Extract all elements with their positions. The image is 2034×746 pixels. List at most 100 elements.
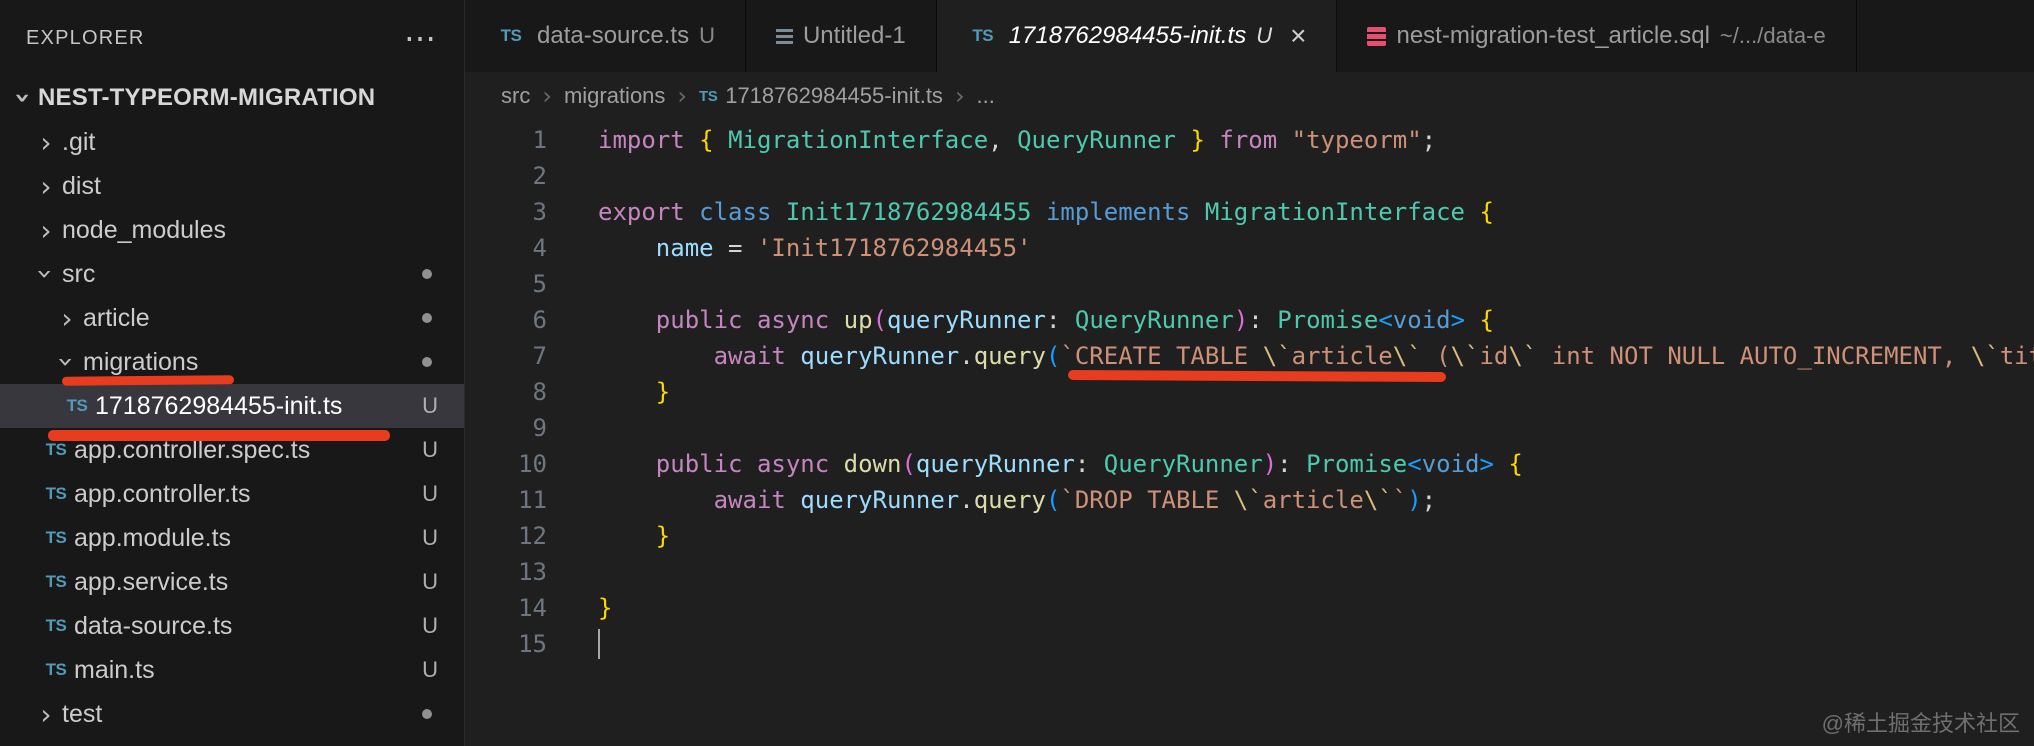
tree-file-app.service.ts[interactable]: TSapp.service.tsU: [0, 560, 464, 604]
code-text: export class Init1718762984455 implement…: [598, 198, 1494, 226]
token: Promise: [1306, 450, 1407, 478]
token: `: [1393, 486, 1407, 514]
line-number: 15: [465, 630, 547, 658]
token: await: [714, 486, 786, 514]
tree-folder-src[interactable]: ›src: [0, 252, 464, 296]
chevron-separator-icon: ›: [677, 82, 687, 110]
breadcrumb-item-migrations[interactable]: migrations: [564, 83, 665, 109]
code-line[interactable]: 14}: [465, 590, 2034, 626]
code-line[interactable]: 13: [465, 554, 2034, 590]
token: .: [959, 342, 973, 370]
tree-item-label: app.module.ts: [74, 524, 231, 553]
editor-tab-bar: TSdata-source.tsUUntitled-1TS17187629844…: [465, 0, 2034, 72]
code-line[interactable]: 7 await queryRunner.query(`CREATE TABLE …: [465, 338, 2034, 374]
code-line[interactable]: 10 public async down(queryRunner: QueryR…: [465, 446, 2034, 482]
code-line[interactable]: 12 }: [465, 518, 2034, 554]
code-line[interactable]: 2: [465, 158, 2034, 194]
token: public: [656, 306, 743, 334]
code-line[interactable]: 9: [465, 410, 2034, 446]
tree-file-1718762984455-init.ts[interactable]: TS1718762984455-init.tsU: [0, 384, 464, 428]
plain-file-icon: [776, 29, 793, 44]
typescript-file-icon: TS: [40, 440, 72, 460]
modified-dot-badge: [422, 269, 432, 279]
tree-file-data-source.ts[interactable]: TSdata-source.tsU: [0, 604, 464, 648]
code-text: name = 'Init1718762984455': [598, 234, 1032, 262]
code-line[interactable]: 4 name = 'Init1718762984455': [465, 230, 2034, 266]
tree-item-label: dist: [62, 172, 101, 201]
modified-dot-badge: [422, 313, 432, 323]
tab-data-source.ts[interactable]: TSdata-source.tsU: [465, 0, 746, 72]
line-number: 1: [465, 126, 547, 154]
git-untracked-badge: U: [422, 613, 438, 639]
line-number: 12: [465, 522, 547, 550]
tab-label: nest-migration-test_article.sql: [1396, 22, 1709, 50]
tab-path-description: ~/.../data-e: [1720, 23, 1826, 49]
tab-1718762984455-init.ts[interactable]: TS1718762984455-init.tsU×: [937, 0, 1338, 72]
code-line[interactable]: 5: [465, 266, 2034, 302]
token: article: [1292, 342, 1393, 370]
chevron-right-icon: ›: [32, 216, 60, 244]
line-number: 2: [465, 162, 547, 190]
code-line[interactable]: 1import { MigrationInterface, QueryRunne…: [465, 122, 2034, 158]
typescript-file-icon: TS: [967, 26, 999, 46]
line-number: 9: [465, 414, 547, 442]
breadcrumb-item-...[interactable]: ...: [977, 83, 995, 109]
tree-item-label: 1718762984455-init.ts: [95, 392, 342, 421]
git-untracked-badge: U: [422, 393, 438, 419]
token: [1190, 198, 1204, 226]
more-actions-icon[interactable]: ⋯: [404, 22, 436, 54]
tree-item-label: test: [62, 700, 102, 729]
token: QueryRunner: [1017, 126, 1176, 154]
code-text: }: [598, 594, 612, 622]
token: [1032, 198, 1046, 226]
breadcrumb-item-1718762984455-init.ts[interactable]: TS1718762984455-init.ts: [699, 83, 943, 109]
code-text: public async up(queryRunner: QueryRunner…: [598, 306, 1494, 334]
token: up: [844, 306, 873, 334]
tree-file-app.module.ts[interactable]: TSapp.module.tsU: [0, 516, 464, 560]
tree-folder-test[interactable]: ›test: [0, 692, 464, 736]
token: [598, 522, 656, 550]
token: QueryRunner: [1075, 306, 1234, 334]
token: [829, 306, 843, 334]
token: [1465, 306, 1479, 334]
tree-file-main.ts[interactable]: TSmain.tsU: [0, 648, 464, 692]
tree-folder-.git[interactable]: ›.git: [0, 120, 464, 164]
token: \`: [1508, 342, 1537, 370]
token: [598, 342, 714, 370]
token: \`: [1393, 342, 1422, 370]
code-line[interactable]: 6 public async up(queryRunner: QueryRunn…: [465, 302, 2034, 338]
code-editor[interactable]: 1import { MigrationInterface, QueryRunne…: [465, 120, 2034, 746]
git-untracked-badge: U: [422, 657, 438, 683]
tree-folder-article[interactable]: ›article: [0, 296, 464, 340]
typescript-file-icon: TS: [40, 528, 72, 548]
tree-file-app.controller.ts[interactable]: TSapp.controller.tsU: [0, 472, 464, 516]
typescript-file-icon: TS: [40, 660, 72, 680]
git-untracked-badge: U: [422, 481, 438, 507]
tab-nest-migration-test_article.sql[interactable]: nest-migration-test_article.sql ~/.../dat…: [1337, 0, 1856, 72]
code-line[interactable]: 11 await queryRunner.query(`DROP TABLE \…: [465, 482, 2034, 518]
code-line[interactable]: 3export class Init1718762984455 implemen…: [465, 194, 2034, 230]
tree-folder-dist[interactable]: ›dist: [0, 164, 464, 208]
token: =: [714, 234, 757, 262]
token: ,: [988, 126, 1017, 154]
token: [598, 306, 656, 334]
token: async: [757, 450, 829, 478]
git-untracked-badge: U: [422, 437, 438, 463]
code-line[interactable]: 15: [465, 626, 2034, 662]
close-icon[interactable]: ×: [1290, 20, 1306, 52]
chevron-right-icon: ›: [32, 128, 60, 156]
tree-item-label: app.service.ts: [74, 568, 228, 597]
token: [1465, 198, 1479, 226]
token: <: [1407, 450, 1421, 478]
token: (: [1422, 342, 1451, 370]
workspace-root-folder[interactable]: › NEST-TYPEORM-MIGRATION: [0, 76, 464, 120]
token: implements: [1046, 198, 1191, 226]
token: article: [1263, 486, 1364, 514]
breadcrumb-item-src[interactable]: src: [501, 83, 530, 109]
red-underline-marker-migrations: [62, 375, 234, 386]
typescript-file-icon: TS: [699, 88, 717, 105]
token: [829, 450, 843, 478]
line-number: 14: [465, 594, 547, 622]
tree-folder-node_modules[interactable]: ›node_modules: [0, 208, 464, 252]
tab-Untitled-1[interactable]: Untitled-1: [746, 0, 937, 72]
